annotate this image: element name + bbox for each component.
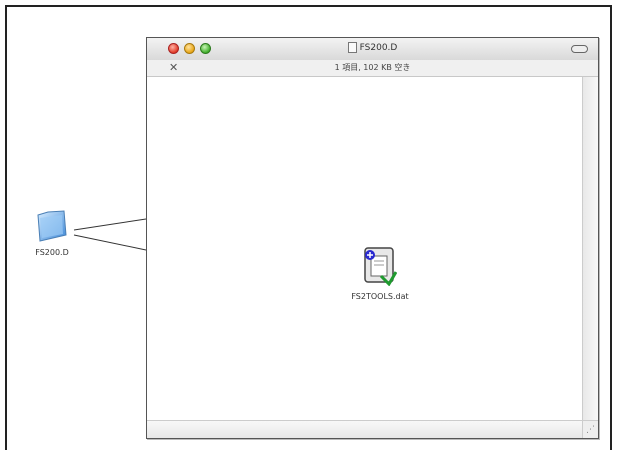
window-title: FS200.D	[359, 43, 398, 53]
connector-line-top	[73, 218, 147, 231]
disk-image-icon	[347, 42, 357, 53]
connector-line-bottom	[73, 234, 147, 251]
toolbar-toggle-button[interactable]	[571, 45, 588, 53]
vertical-scrollbar[interactable]	[582, 77, 598, 420]
folder-icon	[37, 210, 67, 242]
volume-desktop-icon[interactable]: FS200.D	[22, 209, 82, 257]
resize-grip-icon[interactable]: ⋰	[582, 420, 598, 438]
title-bar[interactable]: FS200.D	[147, 38, 598, 61]
volume-label: FS200.D	[35, 248, 69, 257]
file-item[interactable]: FS2TOOLS.dat	[340, 246, 420, 301]
tools-icon: ✕	[169, 61, 179, 74]
window-content: FS2TOOLS.dat	[147, 77, 582, 420]
file-label: FS2TOOLS.dat	[351, 292, 409, 301]
installer-document-icon	[364, 247, 398, 287]
status-text: 1 項目, 102 KB 空き	[334, 63, 411, 72]
horizontal-scrollbar[interactable]	[147, 420, 582, 438]
status-bar: ✕ 1 項目, 102 KB 空き	[147, 60, 598, 77]
finder-window: FS200.D ✕ 1 項目, 102 KB 空き FS2TOOLS.dat ⋰	[146, 37, 599, 439]
